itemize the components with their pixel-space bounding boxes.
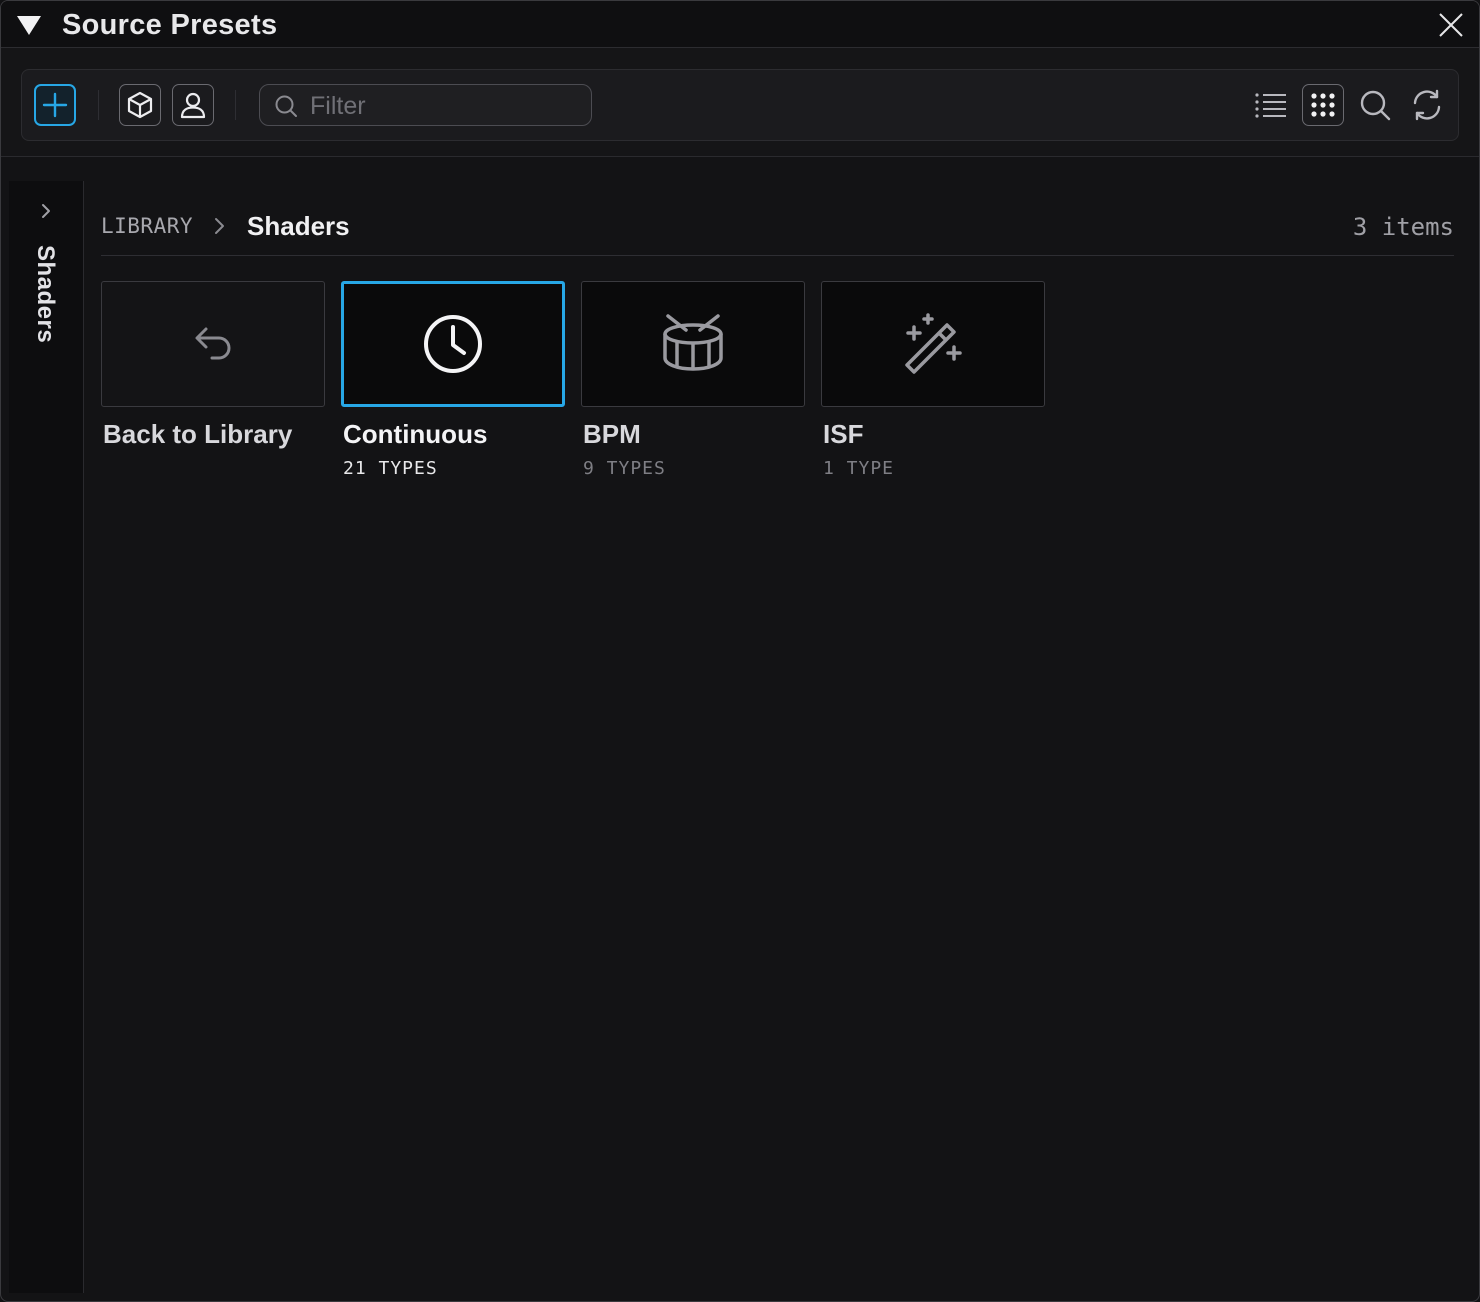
drum-icon <box>663 314 723 371</box>
source-presets-panel: Source Presets Filter Shaders LIBRARY Sh… <box>0 0 1480 1302</box>
tile-back-to-library[interactable]: Back to Library <box>101 281 325 450</box>
user-presets-button[interactable] <box>172 84 214 126</box>
search-icon <box>275 95 297 117</box>
tile-bpm[interactable]: BPM 9 TYPES <box>581 281 805 479</box>
toolbar-area <box>1 48 1479 157</box>
tile-continuous[interactable]: Continuous 21 TYPES <box>341 281 565 479</box>
side-rail: Shaders <box>9 181 84 1293</box>
tile-thumbnail <box>821 281 1045 407</box>
tile-thumbnail <box>581 281 805 407</box>
title-bar: Source Presets <box>1 1 1479 48</box>
tile-thumbnail <box>101 281 325 407</box>
refresh-icon <box>1413 89 1441 121</box>
tile-name: BPM <box>583 419 641 449</box>
rail-tab-shaders[interactable]: Shaders <box>31 245 59 343</box>
tile-type-count: 21 TYPES <box>343 458 438 479</box>
filter-input[interactable] <box>308 89 582 123</box>
magnifier-icon <box>1360 90 1391 121</box>
tile-isf[interactable]: ISF 1 TYPE <box>821 281 1045 479</box>
panel-title: Source Presets <box>62 9 278 41</box>
add-preset-button[interactable] <box>34 84 76 126</box>
built-in-presets-button[interactable] <box>119 84 161 126</box>
search-button[interactable] <box>1354 84 1396 126</box>
breadcrumb: LIBRARY Shaders <box>101 209 350 243</box>
chevron-right-icon[interactable] <box>37 201 55 221</box>
breadcrumb-current: Shaders <box>247 210 350 241</box>
toolbar <box>21 69 1459 141</box>
tile-type-count: 1 TYPE <box>823 458 895 479</box>
cube-icon <box>127 91 153 119</box>
clock-icon <box>424 315 482 373</box>
list-icon <box>1255 93 1286 118</box>
filter-field[interactable] <box>259 84 592 126</box>
tile-type-count: 9 TYPES <box>583 458 666 479</box>
header-divider <box>101 255 1454 256</box>
undo-icon <box>195 327 231 360</box>
close-icon[interactable] <box>1437 11 1465 39</box>
refresh-button[interactable] <box>1406 84 1448 126</box>
user-icon <box>180 92 206 119</box>
magic-wand-icon <box>905 313 962 374</box>
plus-icon <box>42 92 68 118</box>
collapse-triangle-icon[interactable] <box>15 13 43 37</box>
tile-thumbnail <box>341 281 565 407</box>
toolbar-divider <box>98 90 99 120</box>
item-count: 3 items <box>1352 213 1454 241</box>
tile-name: Continuous <box>343 419 488 449</box>
grid-view-button[interactable] <box>1302 84 1344 126</box>
grid-icon <box>1311 93 1335 117</box>
toolbar-divider <box>235 90 236 120</box>
tile-name: ISF <box>823 419 864 449</box>
breadcrumb-library[interactable]: LIBRARY <box>101 214 193 238</box>
tile-name: Back to Library <box>103 419 293 449</box>
list-view-button[interactable] <box>1250 84 1292 126</box>
chevron-right-icon <box>215 218 225 234</box>
